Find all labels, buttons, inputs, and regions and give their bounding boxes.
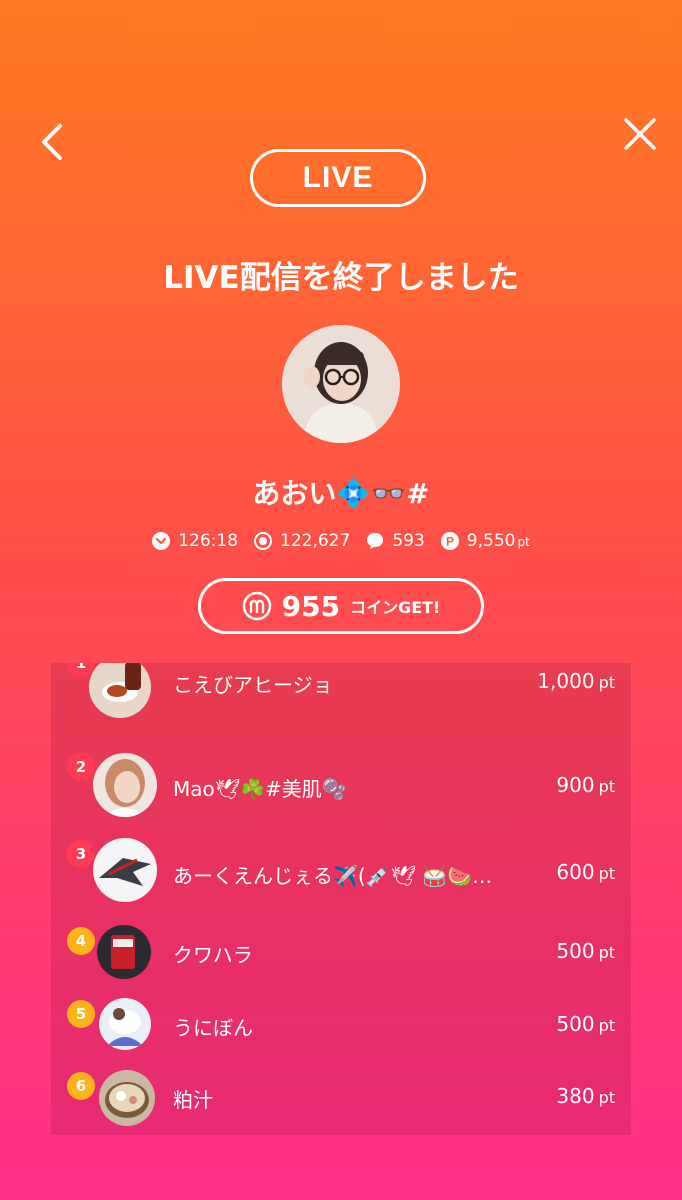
live-badge: LIVE (250, 149, 426, 207)
user-name: クワハラ (173, 943, 253, 967)
chevron-left-icon (42, 124, 62, 160)
rank-badge: 2 (67, 753, 95, 781)
page-title: LIVE配信を終了しました (163, 260, 519, 296)
user-avatar (97, 925, 151, 979)
stat-points-value: 9,550 pt (466, 531, 530, 551)
stat-duration: 126:18 (152, 531, 238, 551)
list-item[interactable]: 4 クワハラ 500 pt (51, 923, 631, 1003)
viewers-icon (254, 532, 273, 550)
rank-badge: 6 (67, 1072, 95, 1100)
user-avatar (89, 663, 151, 718)
user-name: うにぼん (173, 1016, 253, 1040)
user-avatar (93, 753, 157, 817)
comment-icon (367, 533, 384, 549)
close-icon (624, 118, 656, 150)
user-name: あーくえんじぇる✈️(💉🕊 🥁🍉… (173, 864, 493, 888)
streamer-avatar-image (282, 325, 400, 443)
svg-text:P: P (446, 535, 454, 549)
user-points: 1,000 pt (537, 669, 615, 693)
stat-comments-value: 593 (392, 531, 425, 551)
clock-icon (152, 532, 171, 550)
stat-duration-value: 126:18 (178, 531, 239, 551)
rank-badge: 5 (67, 1000, 95, 1028)
user-points: 600 pt (556, 860, 615, 884)
list-item[interactable]: 1 こえびアヒージョ 1,000 pt (51, 663, 631, 725)
close-button[interactable] (618, 112, 662, 156)
user-name: こえびアヒージョ (173, 673, 333, 697)
gift-ranking-list[interactable]: 1 こえびアヒージョ 1,000 pt 2 Mao🕊☘️#美肌🫧 900 pt 3 … (51, 663, 631, 1135)
user-name: 粕汁 (173, 1088, 213, 1112)
user-points: 500 pt (556, 939, 615, 963)
user-avatar (99, 998, 151, 1050)
back-button[interactable] (30, 120, 74, 164)
stat-points-unit: pt (517, 535, 530, 549)
stat-points: P 9,550 pt (440, 531, 530, 551)
user-name: Mao🕊☘️#美肌🫧 (173, 777, 347, 801)
stat-views: 122,627 (254, 531, 350, 551)
stat-views-value: 122,627 (280, 531, 351, 551)
rank-badge: 4 (67, 927, 95, 955)
coin-icon (242, 591, 271, 621)
user-points: 900 pt (556, 773, 615, 797)
rank-badge: 3 (67, 840, 95, 868)
streamer-name: あおい💠👓# (252, 477, 430, 510)
stats-bar: 126:18 122,627 593 P 9,550 pt (0, 531, 682, 551)
points-icon: P (440, 532, 459, 550)
user-avatar (99, 1070, 155, 1126)
streamer-avatar[interactable] (282, 325, 400, 443)
user-points: 500 pt (556, 1012, 615, 1036)
list-item[interactable]: 5 うにぼん 500 pt (51, 996, 631, 1076)
user-points: 380 pt (556, 1084, 615, 1108)
coin-label: コインGET! (350, 598, 441, 617)
stat-comments: 593 (366, 531, 425, 551)
coin-get-pill: 955 コインGET! (198, 578, 484, 634)
list-item[interactable]: 2 Mao🕊☘️#美肌🫧 900 pt (51, 751, 631, 831)
user-avatar (93, 838, 157, 902)
list-item[interactable]: 3 あーくえんじぇる✈️(💉🕊 🥁🍉… 600 pt (51, 838, 631, 918)
list-item[interactable]: 6 粕汁 380 pt (51, 1068, 631, 1135)
coin-amount: 955 (281, 589, 341, 623)
